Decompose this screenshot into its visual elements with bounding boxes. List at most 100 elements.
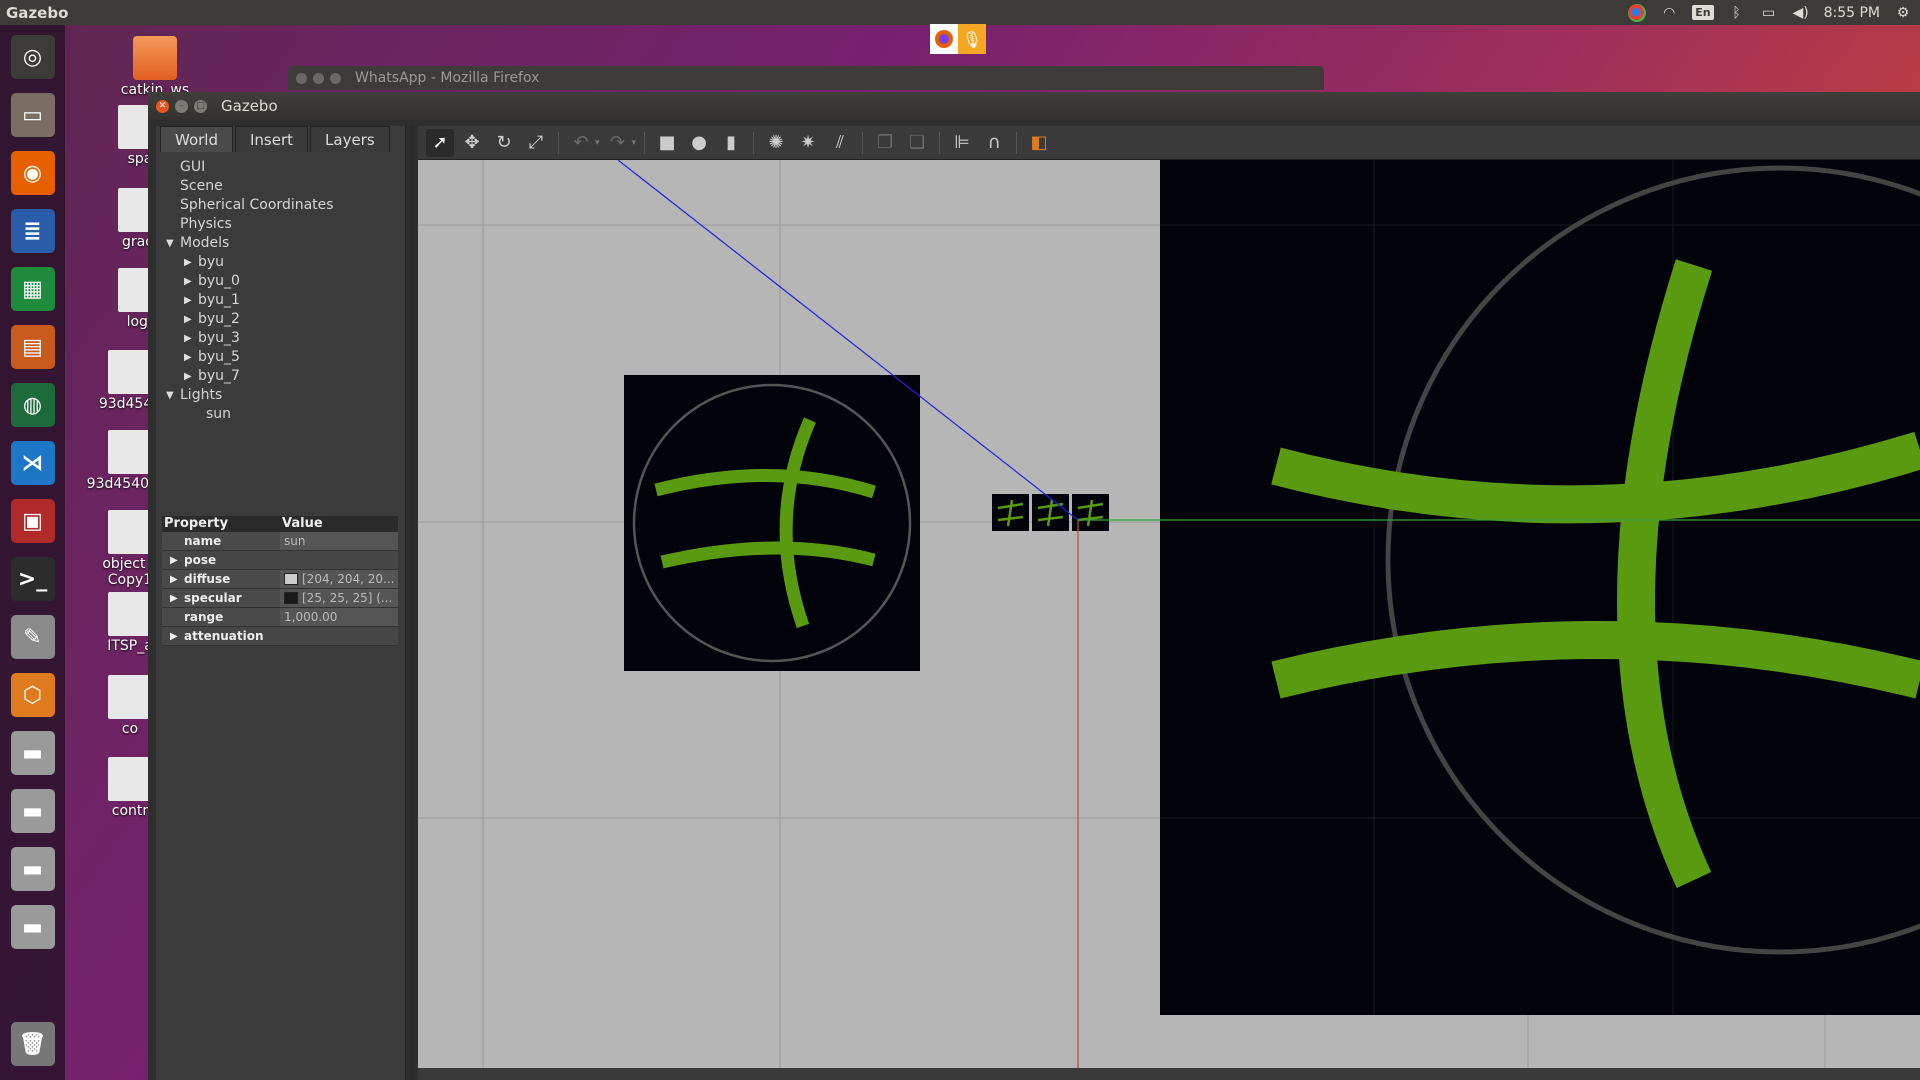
minimize-icon[interactable]: – bbox=[175, 99, 188, 113]
maximize-icon[interactable] bbox=[330, 72, 341, 84]
wifi-icon[interactable]: ◠ bbox=[1660, 4, 1678, 22]
battery-icon[interactable]: ▭ bbox=[1760, 4, 1778, 22]
tree-item-light[interactable]: sun bbox=[156, 405, 405, 424]
launcher-item-drive-3[interactable]: ▬ bbox=[7, 843, 59, 895]
property-value[interactable]: sun bbox=[280, 532, 398, 550]
launcher-item-libreoffice-writer[interactable]: ≣ bbox=[7, 205, 59, 257]
collapsed-arrow-icon[interactable]: ▶ bbox=[170, 589, 178, 608]
expanded-arrow-icon[interactable]: ▼ bbox=[166, 234, 174, 253]
collapsed-arrow-icon[interactable]: ▶ bbox=[184, 272, 192, 291]
tree-item-model[interactable]: ▶ byu_7 bbox=[156, 367, 405, 386]
property-row[interactable]: ▶ specular [25, 25, 25] (... bbox=[162, 589, 398, 608]
marker-models-tiny[interactable] bbox=[992, 494, 1109, 531]
launcher-item-libreoffice-calc[interactable]: ▦ bbox=[7, 263, 59, 315]
panel-splitter[interactable] bbox=[410, 126, 414, 1080]
collapsed-arrow-icon[interactable]: ▶ bbox=[184, 253, 192, 272]
collapsed-arrow-icon[interactable]: ▶ bbox=[170, 551, 178, 570]
maximize-icon[interactable]: □ bbox=[194, 99, 207, 113]
launcher-item-chrome[interactable]: ◍ bbox=[7, 379, 59, 431]
redo-button[interactable]: ↷ bbox=[604, 129, 632, 157]
tree-item-models[interactable]: ▼ Models bbox=[156, 234, 405, 253]
marker-model-small[interactable] bbox=[624, 375, 920, 671]
tree-item[interactable]: Scene bbox=[156, 177, 405, 196]
launcher-item-vscode[interactable]: ⋊ bbox=[7, 437, 59, 489]
launcher-item-drive-2[interactable]: ▬ bbox=[7, 785, 59, 837]
expanded-arrow-icon[interactable]: ▼ bbox=[166, 386, 174, 405]
keyboard-layout-indicator[interactable]: En bbox=[1692, 5, 1714, 20]
clock[interactable]: 8:55 PM bbox=[1824, 5, 1880, 21]
color-swatch[interactable] bbox=[284, 592, 298, 604]
property-row[interactable]: range 1,000.00 bbox=[162, 608, 398, 627]
redo-history-caret[interactable]: ▾ bbox=[632, 138, 637, 148]
tree-item-model[interactable]: ▶ byu_3 bbox=[156, 329, 405, 348]
tab-world[interactable]: World bbox=[160, 126, 233, 152]
launcher-item-libreoffice-impress[interactable]: ▤ bbox=[7, 321, 59, 373]
property-value[interactable]: 1,000.00 bbox=[280, 608, 398, 626]
firefox-icon[interactable] bbox=[930, 24, 958, 54]
launcher-item-firefox[interactable]: ◉ bbox=[7, 147, 59, 199]
property-value[interactable]: [25, 25, 25] (... bbox=[280, 589, 398, 607]
gear-icon[interactable]: ⚙ bbox=[1894, 4, 1912, 22]
launcher-item-drive-4[interactable]: ▬ bbox=[7, 901, 59, 953]
tree-item-model[interactable]: ▶ byu bbox=[156, 253, 405, 272]
align-button[interactable]: ⊫ bbox=[948, 129, 976, 157]
tab-layers[interactable]: Layers bbox=[310, 126, 390, 152]
gazebo-titlebar[interactable]: ✕ – □ Gazebo bbox=[148, 92, 1920, 120]
tree-item[interactable]: Physics bbox=[156, 215, 405, 234]
launcher-item-files[interactable]: ▭ bbox=[7, 89, 59, 141]
notification-indicator[interactable]: 🎙 bbox=[930, 24, 986, 54]
property-row[interactable]: name sun bbox=[162, 532, 398, 551]
tree-item-model[interactable]: ▶ byu_2 bbox=[156, 310, 405, 329]
property-value[interactable]: [204, 204, 20... bbox=[280, 570, 398, 588]
tab-insert[interactable]: Insert bbox=[235, 126, 309, 152]
scene-viewport[interactable] bbox=[418, 160, 1920, 1068]
tree-item[interactable]: GUI bbox=[156, 158, 405, 177]
paste-button[interactable]: ❏ bbox=[903, 129, 931, 157]
bluetooth-icon[interactable]: ᛒ bbox=[1728, 4, 1746, 22]
tree-item-model[interactable]: ▶ byu_0 bbox=[156, 272, 405, 291]
rotate-mode-button[interactable]: ↻ bbox=[490, 129, 518, 157]
launcher-item-app-red[interactable]: ▣ bbox=[7, 495, 59, 547]
collapsed-arrow-icon[interactable]: ▶ bbox=[170, 627, 178, 646]
launcher-item-ubuntu-dash[interactable]: ◎ bbox=[7, 31, 59, 83]
undo-history-caret[interactable]: ▾ bbox=[595, 138, 600, 148]
close-icon[interactable]: ✕ bbox=[156, 99, 169, 113]
directional-light-button[interactable]: ⫽ bbox=[826, 129, 854, 157]
marker-model-large[interactable] bbox=[1160, 160, 1920, 1015]
whatsapp-firefox-window[interactable]: WhatsApp - Mozilla Firefox bbox=[288, 66, 1324, 90]
close-icon[interactable] bbox=[296, 72, 307, 84]
box-shape-button[interactable]: ■ bbox=[653, 129, 681, 157]
collapsed-arrow-icon[interactable]: ▶ bbox=[184, 310, 192, 329]
property-row[interactable]: ▶ attenuation bbox=[162, 627, 398, 646]
microphone-icon[interactable]: 🎙 bbox=[958, 24, 986, 54]
sphere-shape-button[interactable]: ● bbox=[685, 129, 713, 157]
launcher-item-terminal[interactable]: >_ bbox=[7, 553, 59, 605]
cylinder-shape-button[interactable]: ▮ bbox=[717, 129, 745, 157]
collapsed-arrow-icon[interactable]: ▶ bbox=[184, 329, 192, 348]
property-row[interactable]: ▶ pose bbox=[162, 551, 398, 570]
view-angle-button[interactable]: ◧ bbox=[1025, 129, 1053, 157]
collapsed-arrow-icon[interactable]: ▶ bbox=[184, 348, 192, 367]
tree-item-lights[interactable]: ▼ Lights bbox=[156, 386, 405, 405]
snap-button[interactable]: ∩ bbox=[980, 129, 1008, 157]
spot-light-button[interactable]: ✷ bbox=[794, 129, 822, 157]
launcher-item-trash[interactable]: 🗑 bbox=[7, 1018, 59, 1070]
translate-mode-button[interactable]: ✥ bbox=[458, 129, 486, 157]
point-light-button[interactable]: ✺ bbox=[762, 129, 790, 157]
color-swatch[interactable] bbox=[284, 573, 298, 585]
scale-mode-button[interactable]: ⤢ bbox=[522, 129, 550, 157]
volume-icon[interactable]: ◀) bbox=[1792, 4, 1810, 22]
tree-item-model[interactable]: ▶ byu_5 bbox=[156, 348, 405, 367]
desktop-icon[interactable]: catkin_ws bbox=[105, 36, 205, 98]
chrome-indicator-icon[interactable] bbox=[1628, 3, 1647, 22]
property-row[interactable]: ▶ diffuse [204, 204, 20... bbox=[162, 570, 398, 589]
collapsed-arrow-icon[interactable]: ▶ bbox=[170, 570, 178, 589]
undo-button[interactable]: ↶ bbox=[567, 129, 595, 157]
select-mode-button[interactable]: ➚ bbox=[426, 128, 454, 157]
launcher-item-gazebo[interactable]: ⬡ bbox=[7, 669, 59, 721]
minimize-icon[interactable] bbox=[313, 72, 324, 84]
launcher-item-text-editor[interactable]: ✎ bbox=[7, 611, 59, 663]
collapsed-arrow-icon[interactable]: ▶ bbox=[184, 291, 192, 310]
tree-item-model[interactable]: ▶ byu_1 bbox=[156, 291, 405, 310]
copy-button[interactable]: ❐ bbox=[871, 129, 899, 157]
